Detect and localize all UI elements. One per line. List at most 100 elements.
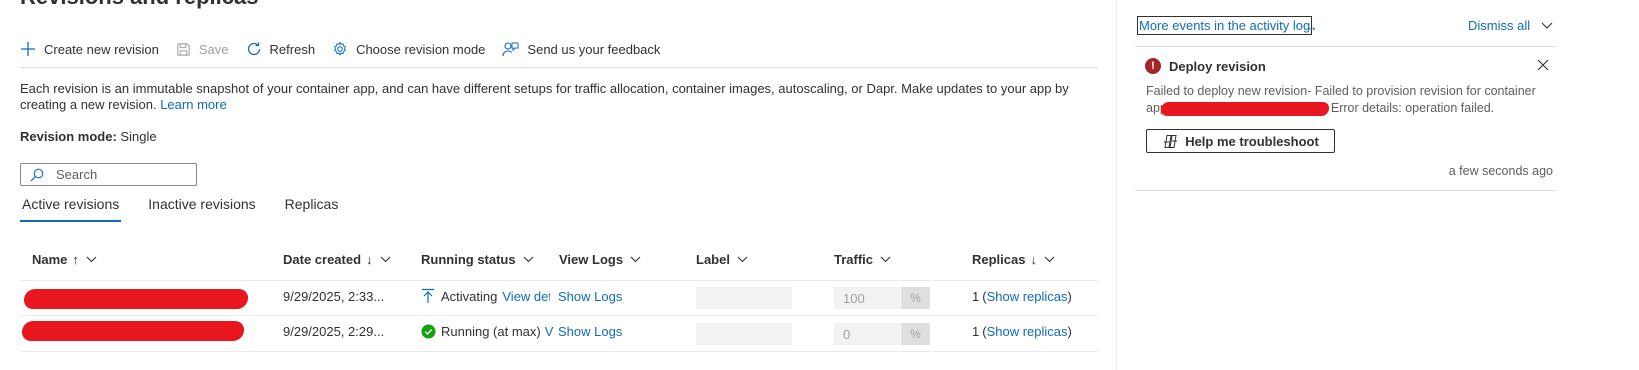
table-row-divider bbox=[20, 351, 1098, 352]
activity-log-link[interactable]: More events in the activity log bbox=[1137, 16, 1313, 35]
view-details-link[interactable]: View det bbox=[502, 289, 550, 304]
revision-mode: Revision mode: Single bbox=[20, 129, 157, 144]
chevron-down-icon bbox=[380, 256, 390, 263]
chevron-down-icon bbox=[523, 256, 533, 263]
column-header-view-logs[interactable]: View Logs bbox=[559, 252, 641, 267]
choose-revision-mode-button[interactable]: Choose revision mode bbox=[332, 36, 485, 62]
command-bar: Create new revision Save Refresh Choose … bbox=[20, 36, 677, 62]
copilot-icon bbox=[1164, 134, 1178, 148]
redacted-revision-name bbox=[20, 321, 246, 341]
search-input[interactable] bbox=[56, 167, 176, 182]
help-troubleshoot-button[interactable]: Help me troubleshoot bbox=[1146, 129, 1335, 153]
table-header-divider bbox=[20, 280, 1098, 281]
save-button[interactable]: Save bbox=[176, 36, 229, 62]
search-box bbox=[20, 163, 197, 186]
column-header-name-label: Name bbox=[32, 252, 68, 267]
notification-message: Failed to deploy new revision- Failed to… bbox=[1146, 83, 1556, 117]
tab-inactive-revisions[interactable]: Inactive revisions bbox=[146, 194, 257, 219]
feedback-icon bbox=[502, 42, 519, 57]
chevron-down-icon bbox=[630, 256, 641, 263]
save-icon bbox=[177, 42, 190, 56]
label-input[interactable] bbox=[696, 323, 792, 345]
description: Each revision is an immutable snapshot o… bbox=[20, 81, 1090, 113]
row-running-status: Running (at max) V bbox=[421, 321, 553, 341]
sort-ascending-icon: ↑ bbox=[72, 252, 79, 267]
notification-message-part2: Error details: operation failed. bbox=[1330, 101, 1495, 115]
help-troubleshoot-label: Help me troubleshoot bbox=[1185, 133, 1319, 149]
choose-revision-mode-label: Choose revision mode bbox=[356, 41, 486, 57]
search-icon bbox=[30, 168, 44, 181]
table-row-divider bbox=[20, 315, 1098, 316]
notifications-divider bbox=[1135, 190, 1557, 191]
feedback-button[interactable]: Send us your feedback bbox=[502, 36, 660, 62]
activity-log-label: More events in the activity log bbox=[1139, 18, 1311, 33]
status-text: Running (at max) bbox=[441, 323, 541, 339]
notification-message-part1: Failed to deploy new revision- Failed to… bbox=[1146, 84, 1536, 98]
notification-timestamp: a few seconds ago bbox=[1448, 164, 1553, 178]
traffic-field[interactable]: 0 % bbox=[834, 323, 930, 345]
create-revision-label: Create new revision bbox=[44, 41, 159, 57]
traffic-input[interactable]: 100 bbox=[834, 287, 901, 309]
column-header-label-label: Label bbox=[696, 252, 730, 267]
column-header-date-label: Date created bbox=[283, 252, 362, 267]
toolbar-divider bbox=[20, 67, 1098, 68]
percent-suffix: % bbox=[901, 323, 930, 345]
label-input[interactable] bbox=[696, 287, 792, 309]
replicas-count: 1 bbox=[972, 323, 980, 339]
show-logs-link[interactable]: Show Logs bbox=[558, 321, 622, 341]
column-header-traffic[interactable]: Traffic bbox=[834, 252, 891, 267]
row-date-created: 9/29/2025, 2:33... bbox=[283, 288, 385, 304]
column-header-name[interactable]: Name ↑ bbox=[32, 252, 97, 267]
refresh-label: Refresh bbox=[269, 41, 316, 57]
revision-tabs: Active revisions Inactive revisions Repl… bbox=[20, 194, 365, 222]
column-header-replicas-label: Replicas bbox=[972, 252, 1026, 267]
row-running-status: Activating View det bbox=[421, 286, 550, 306]
refresh-icon bbox=[247, 42, 260, 56]
sort-descending-icon: ↓ bbox=[366, 252, 373, 267]
column-header-traffic-label: Traffic bbox=[834, 252, 874, 267]
close-icon[interactable] bbox=[1537, 59, 1549, 71]
learn-more-link[interactable]: Learn more bbox=[160, 97, 226, 112]
show-replicas-link[interactable]: Show replicas bbox=[987, 324, 1068, 339]
panel-separator bbox=[1116, 0, 1117, 370]
arrow-up-icon bbox=[422, 288, 434, 303]
chevron-down-icon bbox=[737, 256, 748, 263]
row-replicas: 1 (Show replicas) bbox=[972, 288, 1072, 304]
refresh-button[interactable]: Refresh bbox=[246, 36, 316, 62]
redacted-app-name bbox=[1160, 101, 1330, 116]
view-details-link[interactable]: V bbox=[545, 324, 554, 339]
show-logs-link[interactable]: Show Logs bbox=[558, 286, 622, 306]
column-header-date-created[interactable]: Date created ↓ bbox=[283, 252, 391, 267]
chevron-down-icon bbox=[86, 256, 97, 263]
revision-mode-label: Revision mode: bbox=[20, 129, 117, 144]
column-header-running-status[interactable]: Running status bbox=[421, 252, 534, 267]
save-label: Save bbox=[198, 41, 229, 57]
notifications-header: More events in the activity log → Dismis… bbox=[1137, 15, 1557, 37]
notifications-divider bbox=[1135, 46, 1557, 47]
traffic-input[interactable]: 0 bbox=[834, 323, 901, 345]
plus-icon bbox=[21, 42, 35, 56]
show-replicas-link[interactable]: Show replicas bbox=[987, 289, 1068, 304]
feedback-label: Send us your feedback bbox=[527, 41, 661, 57]
check-circle-icon bbox=[421, 323, 436, 339]
chevron-down-icon bbox=[1044, 256, 1055, 263]
dismiss-all-label: Dismiss all bbox=[1468, 18, 1531, 33]
arrow-right-icon: → bbox=[1305, 19, 1318, 34]
tab-replicas[interactable]: Replicas bbox=[283, 194, 341, 219]
revision-mode-value: Single bbox=[120, 129, 157, 144]
column-header-label[interactable]: Label bbox=[696, 252, 748, 267]
chevron-down-icon bbox=[880, 256, 891, 263]
error-icon: ! bbox=[1145, 58, 1161, 74]
replicas-count: 1 bbox=[972, 288, 980, 304]
chevron-down-icon bbox=[1541, 22, 1553, 29]
dismiss-all-button[interactable]: Dismiss all bbox=[1468, 18, 1553, 33]
row-replicas: 1 (Show replicas) bbox=[972, 323, 1072, 339]
tab-active-revisions[interactable]: Active revisions bbox=[20, 194, 122, 222]
traffic-field[interactable]: 100 % bbox=[834, 287, 930, 309]
redacted-revision-name bbox=[22, 289, 250, 309]
row-date-created: 9/29/2025, 2:29... bbox=[283, 323, 385, 339]
column-header-replicas[interactable]: Replicas ↓ bbox=[972, 252, 1055, 267]
column-header-status-label: Running status bbox=[421, 252, 516, 267]
notification-title-text: Deploy revision bbox=[1169, 58, 1266, 74]
create-revision-button[interactable]: Create new revision bbox=[20, 36, 159, 62]
